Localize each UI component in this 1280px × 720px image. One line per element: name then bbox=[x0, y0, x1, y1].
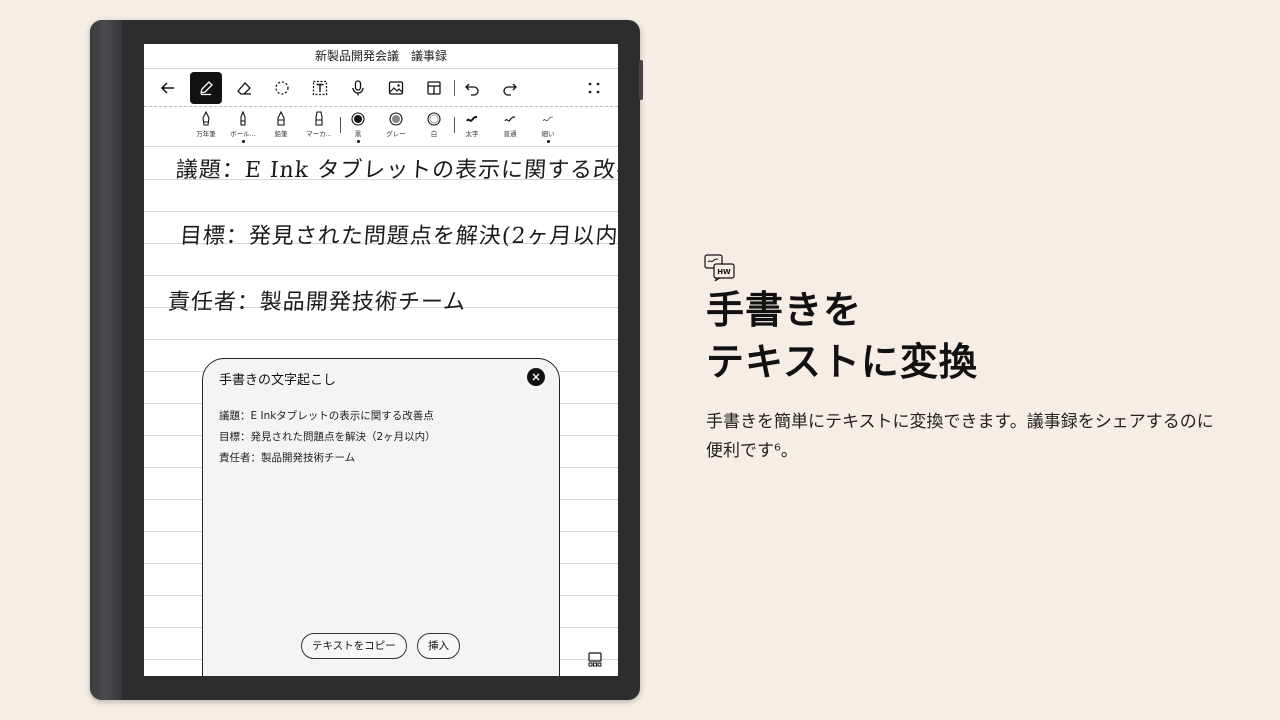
handwritten-line: 責任者：製品開発技術チーム bbox=[166, 290, 468, 315]
ballpoint-pen-option[interactable]: ボール... bbox=[226, 111, 260, 143]
marker-option[interactable]: マーカ... bbox=[302, 111, 336, 138]
redo-icon[interactable] bbox=[494, 72, 526, 104]
pen-label: マーカ... bbox=[306, 130, 332, 138]
tablet-spine bbox=[90, 20, 122, 700]
width-label: 普通 bbox=[503, 130, 517, 138]
tablet-screen: 新製品開発会議 議事録 万年筆 ボール... 鉛筆 マーカ... 黒 グレー 白… bbox=[144, 44, 618, 676]
pen-label: 鉛筆 bbox=[274, 130, 288, 138]
eraser-icon[interactable] bbox=[228, 72, 260, 104]
toolbar-divider bbox=[454, 80, 455, 96]
image-icon[interactable] bbox=[380, 72, 412, 104]
color-label: グレー bbox=[386, 130, 406, 138]
transcribed-line: 責任者：製品開発技術チーム bbox=[219, 452, 356, 464]
pen-icon[interactable] bbox=[190, 72, 222, 104]
insert-button[interactable]: 挿入 bbox=[417, 633, 460, 659]
note-title: 新製品開発会議 議事録 bbox=[144, 44, 618, 69]
width-thin-option[interactable]: 細い bbox=[531, 111, 565, 143]
pen-label: ボール... bbox=[230, 130, 256, 138]
template-icon[interactable] bbox=[418, 72, 450, 104]
note-toolbar bbox=[144, 69, 618, 107]
hw-label: HW bbox=[717, 268, 731, 276]
selected-indicator bbox=[546, 140, 550, 143]
color-gray-option[interactable]: グレー bbox=[379, 111, 413, 138]
selected-indicator bbox=[241, 140, 245, 143]
microphone-icon[interactable] bbox=[342, 72, 374, 104]
headline-line-1: 手書きを bbox=[706, 288, 863, 332]
promo-headline: 手書きを テキストに変換 bbox=[706, 284, 978, 388]
back-arrow-icon[interactable] bbox=[152, 72, 184, 104]
pen-settings-bar: 万年筆 ボール... 鉛筆 マーカ... 黒 グレー 白 太字 普通 細い bbox=[144, 107, 618, 147]
headline-line-2: テキストに変換 bbox=[706, 340, 978, 384]
color-label: 黒 bbox=[354, 130, 362, 138]
transcribed-line: 議題：E Inkタブレットの表示に関する改善点 bbox=[219, 410, 434, 422]
handwritten-line: 議題：E Ink タブレットの表示に関する改善点 bbox=[174, 158, 618, 183]
handwriting-convert-icon: HW bbox=[704, 254, 735, 282]
width-bold-option[interactable]: 太字 bbox=[455, 111, 489, 138]
power-button bbox=[639, 60, 643, 100]
color-label: 白 bbox=[430, 130, 438, 138]
pencil-option[interactable]: 鉛筆 bbox=[264, 111, 298, 138]
promo-description: 手書きを簡単にテキストに変換できます。議事録をシェアするのに便利です⁶。 bbox=[706, 412, 1214, 461]
width-label: 細い bbox=[541, 130, 555, 138]
transcribed-text[interactable]: 議題：E Inkタブレットの表示に関する改善点 目標：発見された問題点を解決（2… bbox=[219, 406, 436, 469]
copy-text-button[interactable]: テキストをコピー bbox=[301, 633, 407, 659]
close-icon[interactable] bbox=[527, 368, 545, 386]
tablet-device: 新製品開発会議 議事録 万年筆 ボール... 鉛筆 マーカ... 黒 グレー 白… bbox=[90, 20, 643, 700]
color-black-option[interactable]: 黒 bbox=[341, 111, 375, 143]
handwritten-line: 目標：発見された問題点を解決(2ヶ月以内) bbox=[178, 224, 618, 249]
pen-label: 万年筆 bbox=[196, 130, 216, 138]
fountain-pen-option[interactable]: 万年筆 bbox=[189, 111, 223, 138]
dialog-title: 手書きの文字起こし bbox=[219, 373, 337, 388]
width-label: 太字 bbox=[465, 130, 479, 138]
transcribed-line: 目標：発見された問題点を解決（2ヶ月以内） bbox=[219, 431, 436, 443]
text-icon[interactable] bbox=[304, 72, 336, 104]
undo-icon[interactable] bbox=[456, 72, 488, 104]
selected-indicator bbox=[356, 140, 360, 143]
transcription-dialog: 手書きの文字起こし 議題：E Inkタブレットの表示に関する改善点 目標：発見さ… bbox=[202, 358, 560, 676]
width-normal-option[interactable]: 普通 bbox=[493, 111, 527, 138]
keyboard-icon[interactable] bbox=[586, 650, 604, 668]
color-white-option[interactable]: 白 bbox=[417, 111, 451, 138]
more-icon[interactable] bbox=[578, 72, 610, 104]
lasso-icon[interactable] bbox=[266, 72, 298, 104]
